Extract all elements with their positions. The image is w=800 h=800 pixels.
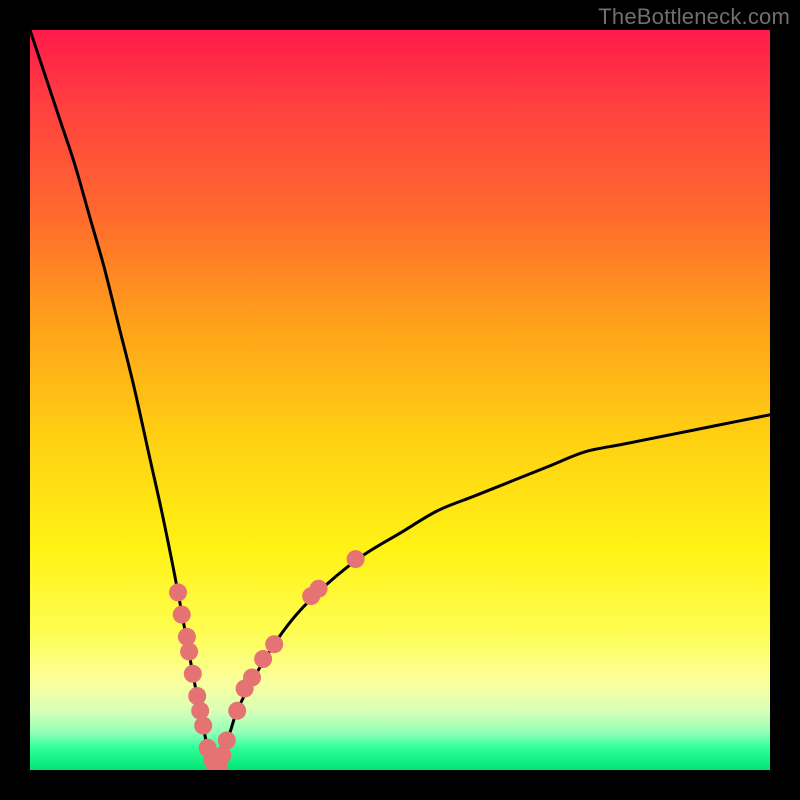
curve-path <box>30 30 770 770</box>
data-marker <box>310 580 328 598</box>
data-marker <box>180 643 198 661</box>
chart-svg <box>30 30 770 770</box>
data-marker <box>243 669 261 687</box>
data-marker <box>194 717 212 735</box>
chart-frame: TheBottleneck.com <box>0 0 800 800</box>
data-marker <box>228 702 246 720</box>
data-marker <box>254 650 272 668</box>
plot-area <box>30 30 770 770</box>
data-marker <box>184 665 202 683</box>
data-marker <box>347 550 365 568</box>
data-marker <box>188 687 206 705</box>
bottleneck-curve <box>30 30 770 770</box>
data-marker <box>218 731 236 749</box>
marker-group <box>169 550 365 770</box>
data-marker <box>173 606 191 624</box>
watermark-text: TheBottleneck.com <box>598 4 790 30</box>
data-marker <box>265 635 283 653</box>
data-marker <box>169 583 187 601</box>
data-marker <box>191 702 209 720</box>
